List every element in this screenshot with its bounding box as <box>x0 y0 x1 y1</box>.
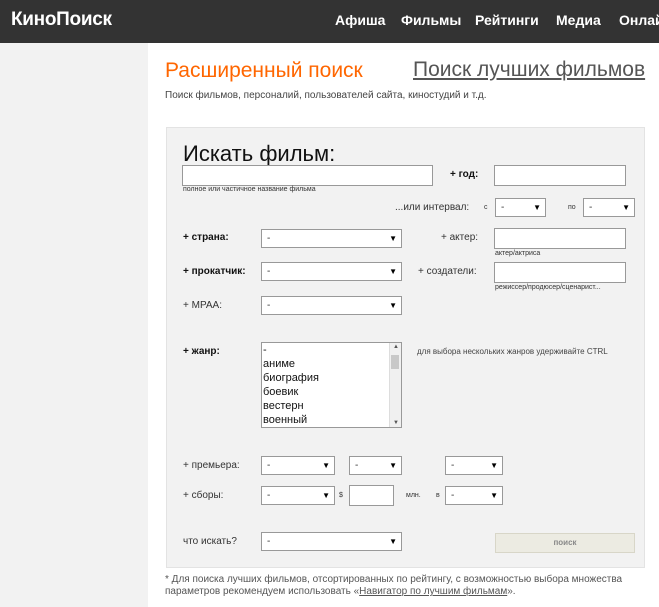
interval-to-select[interactable]: - ▼ <box>583 198 635 217</box>
genre-option[interactable]: - <box>262 343 401 357</box>
genre-label: + жанр: <box>183 346 220 357</box>
chevron-down-icon: ▼ <box>322 491 330 500</box>
footnote: * Для поиска лучших фильмов, отсортирова… <box>165 574 655 598</box>
mpaa-select[interactable]: - ▼ <box>261 296 402 315</box>
creators-hint: режиссер/продюсер/сценарист... <box>495 284 601 291</box>
page-title: Расширенный поиск <box>165 59 363 82</box>
what-to-search-select[interactable]: - ▼ <box>261 532 402 551</box>
mpaa-label: + MPAA: <box>183 300 222 311</box>
premiere-country-select[interactable]: - ▼ <box>445 456 503 475</box>
actor-label: + актер: <box>441 232 479 243</box>
chevron-down-icon: ▼ <box>490 491 498 500</box>
creators-label: + создатели: <box>418 266 477 277</box>
chevron-down-icon: ▼ <box>389 537 397 546</box>
chevron-down-icon: ▼ <box>490 461 498 470</box>
form-title: Искать фильм: <box>183 141 336 166</box>
film-name-input[interactable] <box>182 165 433 186</box>
nav-item-afisha[interactable]: Афиша <box>335 12 385 28</box>
what-to-search-label: что искать? <box>183 536 237 547</box>
nav-item-online[interactable]: Онлайн <box>619 12 659 28</box>
premiere-label: + премьера: <box>183 460 240 471</box>
in-label: в <box>436 492 440 499</box>
genre-option[interactable]: вестерн <box>262 399 401 413</box>
footnote-tail: ». <box>507 586 516 597</box>
chevron-down-icon: ▼ <box>389 267 397 276</box>
chevron-down-icon: ▼ <box>622 203 630 212</box>
currency-symbol: $ <box>339 492 343 499</box>
genre-option[interactable]: военный <box>262 413 401 427</box>
country-select[interactable]: - ▼ <box>261 229 402 248</box>
film-name-hint: полное или частичное название фильма <box>183 186 316 193</box>
nav-item-films[interactable]: Фильмы <box>401 12 461 28</box>
genre-option[interactable]: боевик <box>262 385 401 399</box>
creators-input[interactable] <box>494 262 626 283</box>
distributor-select[interactable]: - ▼ <box>261 262 402 281</box>
interval-label: ...или интервал: <box>395 202 470 213</box>
nav-item-media[interactable]: Медиа <box>556 12 601 28</box>
boxoffice-condition-select[interactable]: - ▼ <box>261 486 335 505</box>
boxoffice-region-select[interactable]: - ▼ <box>445 486 503 505</box>
chevron-down-icon: ▼ <box>322 461 330 470</box>
best-films-search-link[interactable]: Поиск лучших фильмов <box>413 58 645 82</box>
distributor-label: + прокатчик: <box>183 266 246 277</box>
site-logo[interactable]: КиноПоиск <box>11 9 112 31</box>
premiere-month-select[interactable]: - ▼ <box>349 456 402 475</box>
genre-option[interactable]: биография <box>262 371 401 385</box>
genre-option[interactable]: аниме <box>262 357 401 371</box>
genre-scrollbar[interactable]: ▲ ▼ <box>389 343 401 427</box>
interval-to-label: по <box>568 204 576 211</box>
search-button[interactable]: поиск <box>495 533 635 553</box>
best-films-navigator-link[interactable]: Навигатор по лучшим фильмам <box>359 586 507 597</box>
boxoffice-amount-input[interactable] <box>349 485 394 506</box>
boxoffice-label: + сборы: <box>183 490 224 501</box>
genre-listbox[interactable]: - аниме биография боевик вестерн военный… <box>261 342 402 428</box>
chevron-down-icon: ▼ <box>389 461 397 470</box>
page-subtitle: Поиск фильмов, персоналий, пользователей… <box>165 90 487 101</box>
interval-from-label: с <box>484 204 488 211</box>
nav-item-ratings[interactable]: Рейтинги <box>475 12 539 28</box>
country-label: + страна: <box>183 232 229 243</box>
scrollbar-thumb[interactable] <box>391 355 399 369</box>
millions-label: млн. <box>406 492 421 499</box>
year-input[interactable] <box>494 165 626 186</box>
year-label: + год: <box>450 169 479 180</box>
actor-hint: актер/актриса <box>495 250 541 257</box>
chevron-down-icon: ▼ <box>389 301 397 310</box>
top-bar: КиноПоиск Афиша Фильмы Рейтинги Медиа Он… <box>0 0 659 43</box>
genre-hint: для выбора нескольких жанров удерживайте… <box>417 347 608 356</box>
chevron-down-icon: ▼ <box>389 234 397 243</box>
chevron-down-icon: ▼ <box>533 203 541 212</box>
scroll-down-icon[interactable]: ▼ <box>393 420 399 426</box>
scroll-up-icon[interactable]: ▲ <box>393 344 399 350</box>
interval-from-select[interactable]: - ▼ <box>495 198 546 217</box>
premiere-day-select[interactable]: - ▼ <box>261 456 335 475</box>
actor-input[interactable] <box>494 228 626 249</box>
